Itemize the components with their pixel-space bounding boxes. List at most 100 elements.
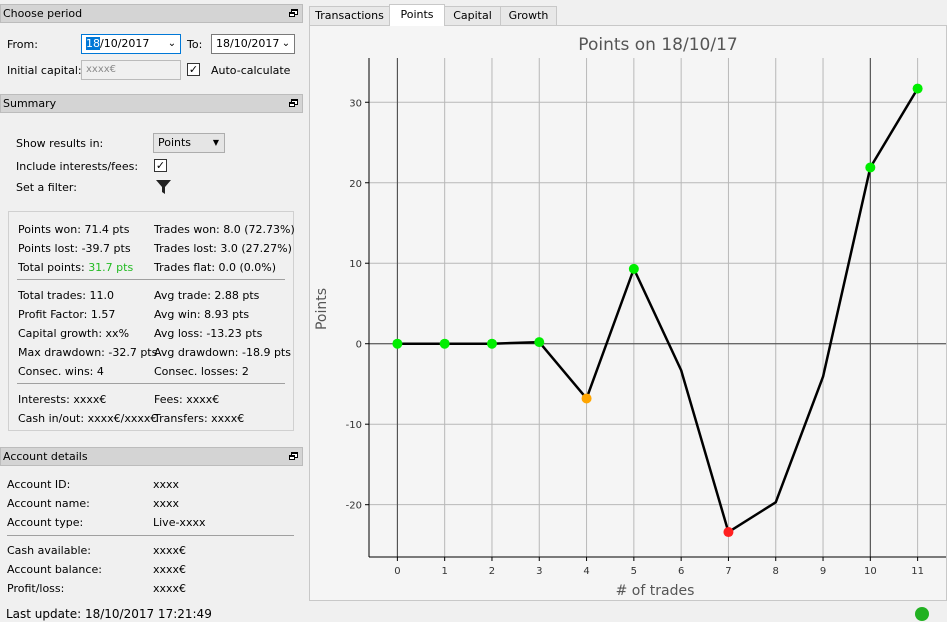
consec-wins: Consec. wins: 4 xyxy=(18,365,104,378)
x-axis-label: # of trades xyxy=(616,583,695,599)
to-date-value: 18/10/2017 xyxy=(216,37,280,50)
profit-factor: Profit Factor: 1.57 xyxy=(18,308,116,321)
total-points-value: 31.7 pts xyxy=(88,261,134,274)
chart-title: Points on 18/10/17 xyxy=(578,35,737,55)
show-results-label: Show results in: xyxy=(16,137,104,150)
account-balance-value: xxxx€ xyxy=(153,563,187,576)
left-panel: Choose period From: 18/10/2017 ⌄ To: 18/… xyxy=(0,0,303,604)
y-tick-label: 0 xyxy=(356,340,362,351)
to-date-combo[interactable]: 18/10/2017 ⌄ xyxy=(211,34,295,54)
profit-loss-value: xxxx€ xyxy=(153,582,187,595)
trades-flat: Trades flat: 0.0 (0.0%) xyxy=(154,261,277,274)
chevron-down-icon[interactable]: ⌄ xyxy=(164,35,180,53)
from-date-combo[interactable]: 18/10/2017 ⌄ xyxy=(81,34,181,54)
undock-icon[interactable] xyxy=(289,452,298,460)
y-tick-label: -20 xyxy=(346,501,362,512)
undock-icon[interactable] xyxy=(289,9,298,17)
y-tick-label: 20 xyxy=(349,179,362,190)
status-bar: Last update: 18/10/2017 17:21:49 xyxy=(0,604,947,622)
y-axis-label: Points xyxy=(314,288,330,330)
stats-divider xyxy=(17,279,285,280)
data-point-marker xyxy=(439,338,450,349)
transfers: Transfers: xxxx€ xyxy=(154,412,245,425)
x-tick-label: 3 xyxy=(536,566,542,577)
avg-drawdown: Avg drawdown: -18.9 pts xyxy=(154,346,291,359)
account-type-label: Account type: xyxy=(7,516,84,529)
y-tick-label: 10 xyxy=(349,259,362,270)
cash-in-out: Cash in/out: xxxx€/xxxx€ xyxy=(18,412,158,425)
summary-header[interactable]: Summary xyxy=(0,94,303,113)
points-lost: Points lost: -39.7 pts xyxy=(18,242,131,255)
account-id-value: xxxx xyxy=(153,478,180,491)
data-point-marker xyxy=(723,527,734,538)
data-point-marker xyxy=(534,337,545,348)
max-drawdown: Max drawdown: -32.7 pts xyxy=(18,346,158,359)
connection-status-indicator xyxy=(915,607,929,621)
last-update: Last update: 18/10/2017 17:21:49 xyxy=(6,607,212,621)
data-point-marker xyxy=(912,83,923,94)
from-label: From: xyxy=(7,38,38,51)
caret-down-icon[interactable]: ▼ xyxy=(208,134,224,152)
points-won: Points won: 71.4 pts xyxy=(18,223,130,236)
auto-calculate-checkbox[interactable]: ✓ xyxy=(187,63,200,76)
points-chart: Points on 18/10/17 # of trades Points 0 1… xyxy=(314,35,946,599)
x-tick-label: 0 xyxy=(394,566,400,577)
points-series-line xyxy=(397,87,919,534)
x-tick-label: 8 xyxy=(773,566,779,577)
account-balance-label: Account balance: xyxy=(7,563,102,576)
include-fees-checkbox[interactable]: ✓ xyxy=(154,159,167,172)
plot-area: 0 1 2 3 4 5 6 7 8 9 10 11 -20 -10 0 10 20 30 xyxy=(346,58,946,577)
profit-loss-label: Profit/loss: xyxy=(7,582,65,595)
choose-period-title: Choose period xyxy=(3,7,83,20)
undock-icon[interactable] xyxy=(289,99,298,107)
initial-capital-input: xxxx€ xyxy=(81,60,181,80)
avg-trade: Avg trade: 2.88 pts xyxy=(154,289,260,302)
data-point-marker xyxy=(628,263,639,274)
stats-divider xyxy=(17,383,285,384)
set-filter-label: Set a filter: xyxy=(16,181,77,194)
chevron-down-icon[interactable]: ⌄ xyxy=(278,35,294,53)
x-tick-label: 1 xyxy=(441,566,447,577)
chart-panel: Transactions Points Capital Growth Point… xyxy=(309,4,947,601)
fees: Fees: xxxx€ xyxy=(154,393,220,406)
capital-growth: Capital growth: xx% xyxy=(18,327,130,340)
account-name-label: Account name: xyxy=(7,497,90,510)
tab-transactions[interactable]: Transactions xyxy=(309,6,390,25)
x-tick-label: 10 xyxy=(864,566,877,577)
points-tab-pane: Points on 18/10/17 # of trades Points 0 1… xyxy=(309,25,947,601)
stats-box: Points won: 71.4 pts Trades won: 8.0 (72… xyxy=(8,211,295,431)
x-tick-label: 4 xyxy=(583,566,589,577)
account-details-header[interactable]: Account details xyxy=(0,447,303,466)
data-point-marker xyxy=(865,162,876,173)
total-trades: Total trades: 11.0 xyxy=(18,289,114,302)
auto-calculate-label: Auto-calculate xyxy=(211,64,291,77)
cash-available-value: xxxx€ xyxy=(153,544,187,557)
x-tick-label: 6 xyxy=(678,566,684,577)
show-results-value: Points xyxy=(158,136,192,149)
y-tick-label: 30 xyxy=(349,98,362,109)
total-points-label: Total points: xyxy=(18,261,89,274)
show-results-combo[interactable]: Points ▼ xyxy=(153,133,225,153)
account-type-value: Live-xxxx xyxy=(153,516,206,529)
x-tick-label: 9 xyxy=(820,566,826,577)
tab-points[interactable]: Points xyxy=(389,4,445,26)
x-tick-label: 5 xyxy=(631,566,637,577)
choose-period-header[interactable]: Choose period xyxy=(0,4,303,23)
data-point-marker xyxy=(581,393,592,404)
summary-title: Summary xyxy=(3,97,57,110)
y-tick-label: -10 xyxy=(346,420,362,431)
initial-capital-placeholder: xxxx€ xyxy=(86,64,117,75)
data-point-marker xyxy=(392,338,403,349)
tab-capital[interactable]: Capital xyxy=(444,6,501,25)
trades-lost: Trades lost: 3.0 (27.27%) xyxy=(154,242,292,255)
trades-won: Trades won: 8.0 (72.73%) xyxy=(154,223,295,236)
tab-growth[interactable]: Growth xyxy=(500,6,557,25)
include-fees-label: Include interests/fees: xyxy=(16,160,139,173)
account-name-value: xxxx xyxy=(153,497,180,510)
x-tick-label: 11 xyxy=(911,566,924,577)
from-date-day: 18 xyxy=(86,37,100,50)
account-divider xyxy=(7,535,294,536)
account-details-title: Account details xyxy=(3,450,88,463)
to-label: To: xyxy=(187,38,203,51)
filter-icon[interactable] xyxy=(155,178,172,195)
